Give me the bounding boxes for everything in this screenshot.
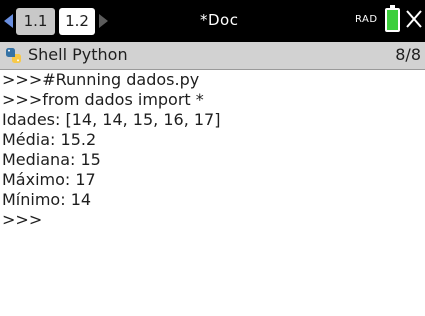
- console-line: >>>#Running dados.py: [2, 70, 200, 89]
- tab-1-2[interactable]: 1.2: [59, 8, 95, 35]
- tab-label: 1.1: [23, 12, 48, 30]
- shell-output[interactable]: >>>#Running dados.py >>>from dados impor…: [0, 70, 425, 316]
- python-icon: [6, 48, 21, 63]
- angle-mode-indicator: RAD: [355, 14, 378, 25]
- page-indicator: 8/8: [395, 45, 421, 64]
- tab-label: 1.2: [65, 12, 89, 30]
- top-tab-bar: 1.1 1.2 *Doc RAD: [0, 0, 425, 42]
- tab-1-1[interactable]: 1.1: [16, 8, 55, 35]
- close-icon[interactable]: [405, 9, 423, 29]
- console-line: Média: 15.2: [2, 130, 97, 149]
- shell-title: Shell Python: [28, 45, 128, 64]
- shell-header: Shell Python 8/8: [0, 42, 425, 70]
- console-line: Idades: [14, 14, 15, 16, 17]: [2, 110, 221, 129]
- battery-icon: [385, 5, 400, 32]
- document-title: *Doc: [200, 11, 239, 29]
- nav-left-arrow-icon[interactable]: [4, 14, 13, 28]
- console-line: >>>from dados import *: [2, 90, 204, 109]
- shell-prompt[interactable]: >>>: [2, 210, 42, 230]
- nav-right-arrow-icon[interactable]: [99, 14, 108, 28]
- console-line: Mínimo: 14: [2, 190, 92, 209]
- console-line: Máximo: 17: [2, 170, 96, 189]
- console-line: Mediana: 15: [2, 150, 101, 169]
